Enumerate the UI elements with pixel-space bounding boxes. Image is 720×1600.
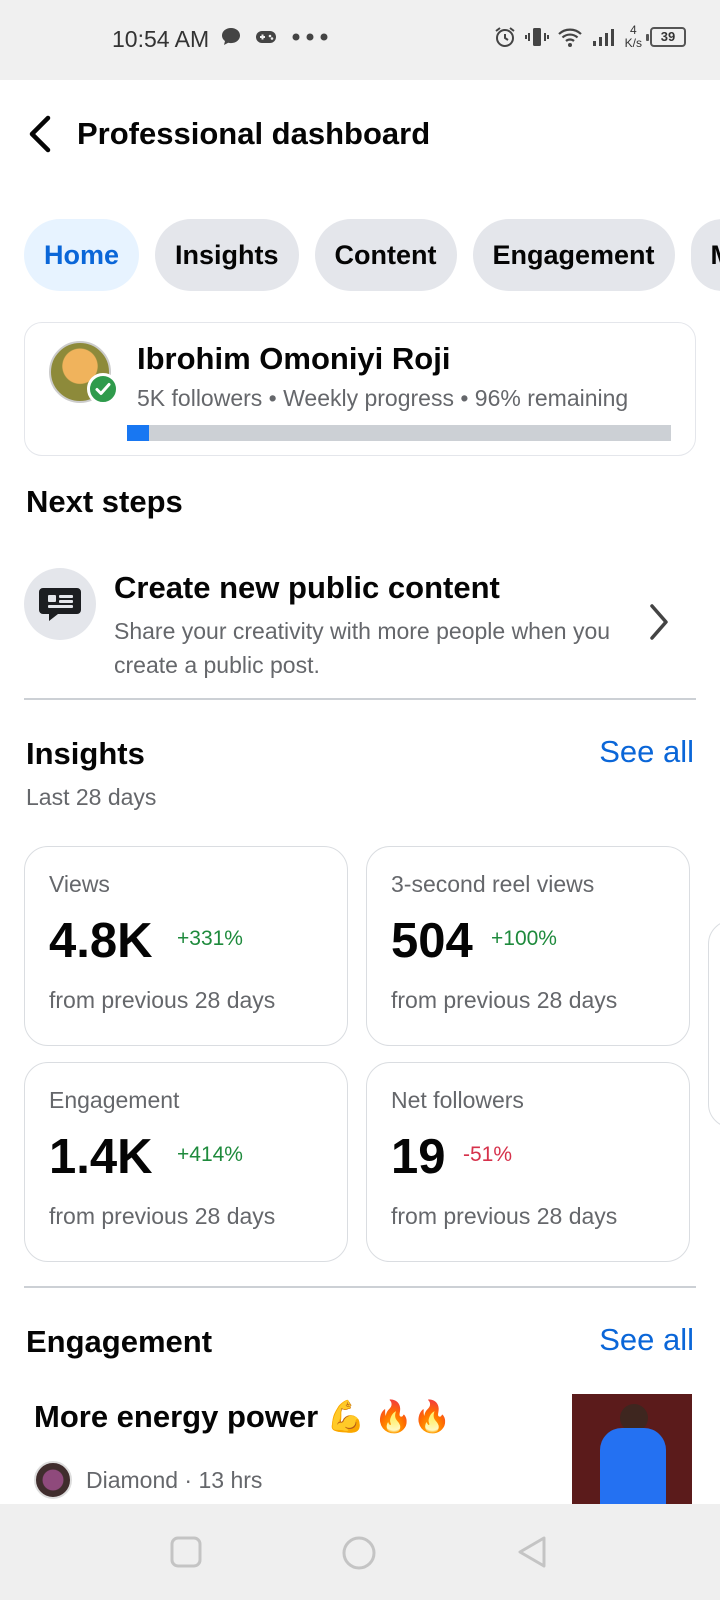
system-nav-bar [0,1504,720,1600]
metric-footnote: from previous 28 days [391,1203,618,1229]
tab-engagement[interactable]: Engagement [472,219,675,291]
tab-bar: HomeInsightsContentEngagementM [24,219,720,291]
chat-bubble-icon [222,28,240,45]
back-triangle-icon[interactable] [514,1534,550,1570]
game-controller-icon [256,31,276,43]
recent-apps-icon[interactable] [168,1534,204,1570]
tab-m[interactable]: M [690,219,720,291]
engagement-see-all-link[interactable]: See all [599,1322,694,1358]
next-step-title: Create new public content [114,570,500,605]
divider [24,1286,696,1288]
page-title: Professional dashboard [77,116,431,151]
post-title[interactable]: More energy power 💪 🔥🔥 [34,1398,451,1435]
post-author-avatar[interactable] [34,1461,72,1499]
metric-footnote: from previous 28 days [49,1203,276,1229]
home-icon[interactable] [340,1534,378,1572]
metric-label: Net followers [391,1087,524,1113]
app-header: Professional dashboard [0,80,720,190]
tab-home[interactable]: Home [24,219,140,291]
metric-change: +414% [177,1143,243,1166]
back-arrow-icon[interactable] [20,110,60,158]
next-step-create-content[interactable]: Create new public content Share your cre… [24,560,696,690]
post-author-meta: Diamond · 13 hrs [86,1466,263,1493]
metric-label: 3-second reel views [391,871,595,897]
status-right-icons: 4 K/s 39 [493,24,686,50]
alarm-icon [495,27,515,47]
weekly-progress-fill [127,425,149,441]
metric-value: 4.8K [49,914,153,968]
verified-check-icon [87,373,119,405]
battery-icon: 39 [646,27,686,47]
wifi-icon [557,28,582,47]
next-card-peek [708,920,720,1128]
status-time: 10:54 AM [112,26,210,52]
post-thumbnail[interactable] [572,1394,692,1504]
network-speed-unit: K/s [624,36,642,50]
engagement-title: Engagement [26,1324,213,1359]
status-bar: 10:54 AM 4 K/s 39 [0,0,720,80]
metric-footnote: from previous 28 days [49,987,276,1013]
profile-meta: 5K followers • Weekly progress • 96% rem… [137,385,629,411]
metric-label: Engagement [49,1087,180,1113]
metric-card[interactable]: Views 4.8K +331% from previous 28 days [24,846,348,1046]
profile-card[interactable]: Ibrohim Omoniyi Roji 5K followers • Week… [24,322,696,456]
more-dots-icon [292,33,328,41]
next-step-description: Share your creativity with more people w… [114,618,611,678]
profile-name: Ibrohim Omoniyi Roji [137,341,451,376]
metric-card[interactable]: 3-second reel views 504 +100% from previous… [366,846,690,1046]
metric-card[interactable]: Net followers 19 -51% from previous 28 days [366,1062,690,1262]
next-steps-title: Next steps [26,484,183,519]
post-meta: Diamond · 13 hrs [34,1460,262,1500]
metric-change: +331% [177,927,243,950]
metric-value: 1.4K [49,1130,153,1184]
metric-change: +100% [491,927,557,950]
metric-label: Views [49,871,110,897]
insights-title: Insights [26,736,145,771]
metric-value: 504 [391,914,473,968]
metric-value: 19 [391,1130,446,1184]
weekly-progress-bar [127,425,671,441]
metric-card[interactable]: Engagement 1.4K +414% from previous 28 days [24,1062,348,1262]
post-content-icon [24,568,96,640]
metric-footnote: from previous 28 days [391,987,618,1013]
post-thumbnail-person-body [600,1428,666,1504]
status-left-icons [220,26,330,48]
insights-period: Last 28 days [26,784,157,810]
tab-insights[interactable]: Insights [155,219,299,291]
divider [24,698,696,700]
network-speed: 4 K/s [625,24,642,50]
tab-content[interactable]: Content [314,219,457,291]
metric-change: -51% [463,1143,513,1166]
signal-icon [592,29,614,46]
vibrate-icon [524,28,549,46]
insights-see-all-link[interactable]: See all [599,734,694,770]
chevron-right-icon[interactable] [644,600,672,644]
